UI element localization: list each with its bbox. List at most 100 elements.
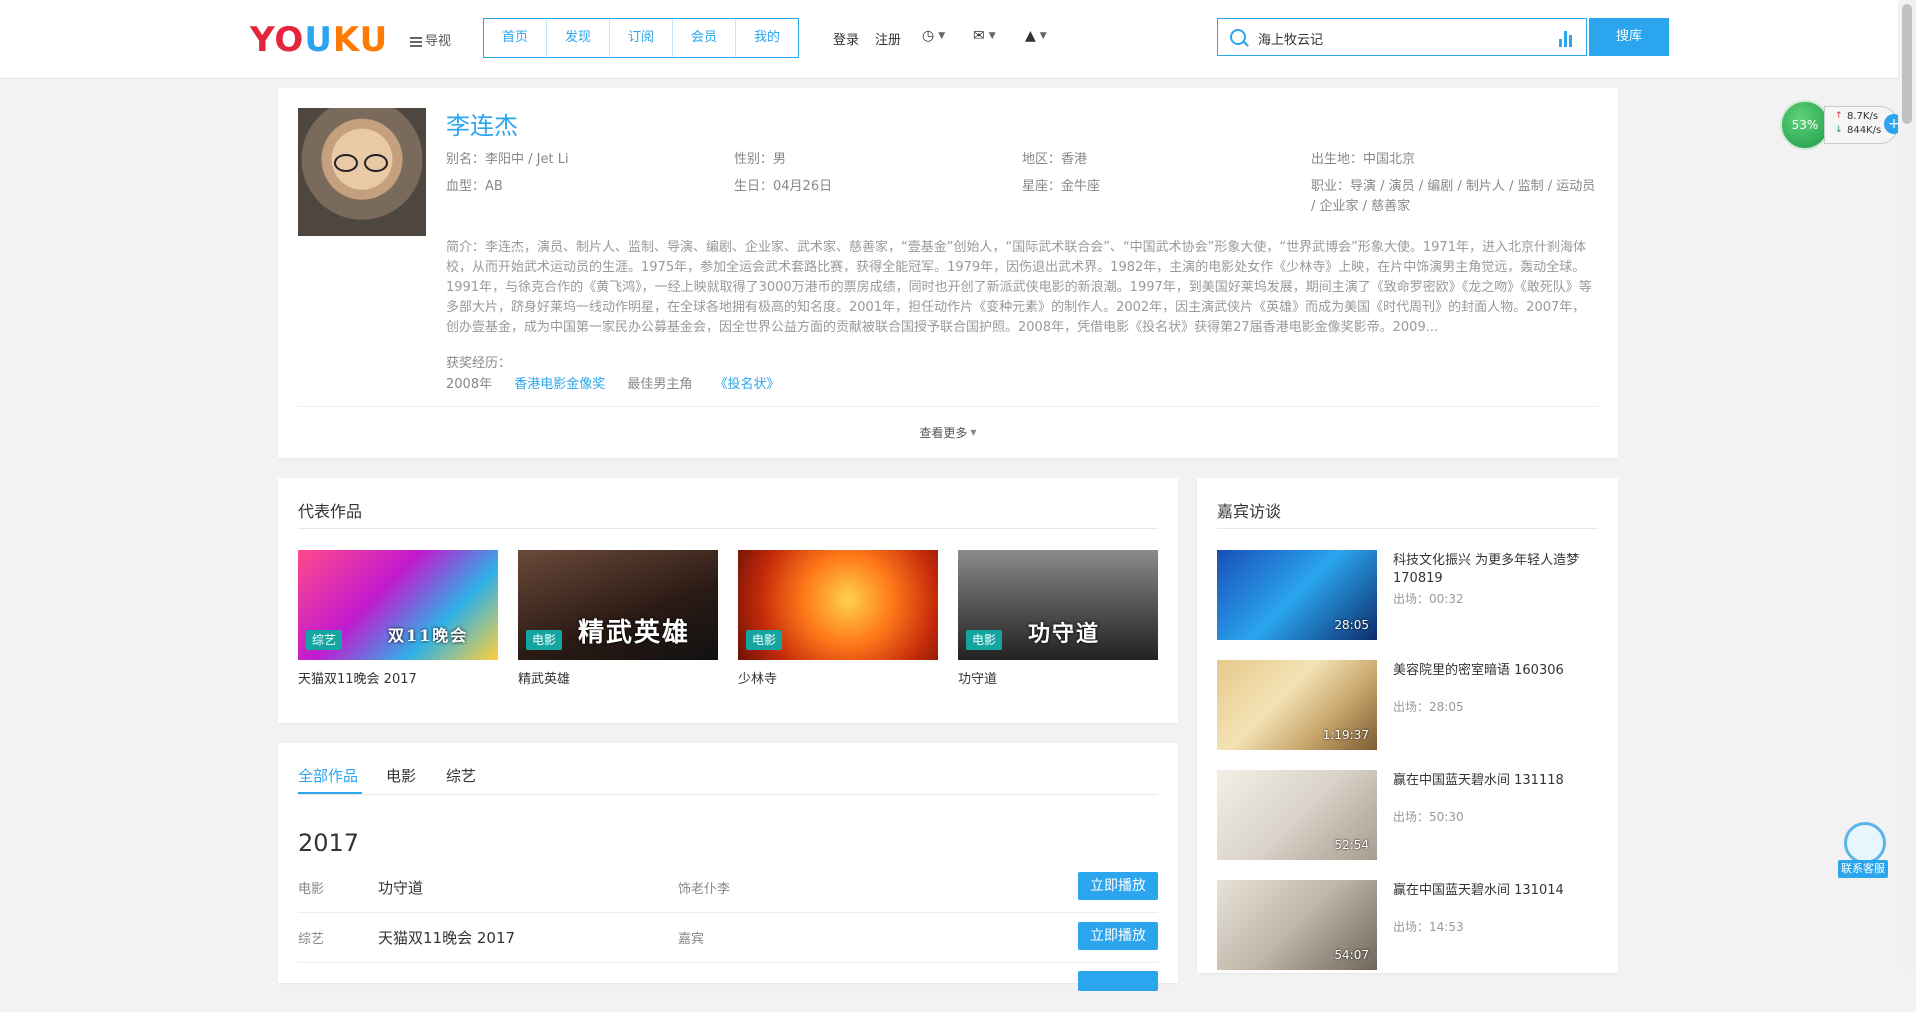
work-role: 饰老仆李 <box>678 882 731 897</box>
work-card[interactable]: 精武英雄 电影 精武英雄 <box>518 550 718 687</box>
work-card[interactable]: 功守道 电影 功守道 <box>958 550 1158 687</box>
play-now-button[interactable]: 立即播放 <box>1078 872 1158 900</box>
logo-text-3: KU <box>332 20 389 60</box>
work-thumbnail[interactable]: 精武英雄 电影 <box>518 550 718 660</box>
play-now-button[interactable] <box>1078 971 1158 991</box>
appearance-time: 出场：14:53 <box>1393 920 1464 934</box>
nav-mine[interactable]: 我的 <box>736 19 798 57</box>
arrow-down-icon: ↓ <box>1835 125 1843 135</box>
customer-service-button[interactable]: 联系客服 <box>1838 822 1888 878</box>
work-row: 综艺 天猫双11晚会 2017 嘉宾 立即播放 <box>298 913 1158 963</box>
award-name-link[interactable]: 香港电影金像奖 <box>514 377 605 392</box>
work-title[interactable]: 天猫双11晚会 2017 <box>298 668 498 687</box>
search-icon <box>1230 29 1246 45</box>
network-speed-widget[interactable]: 53% ↑ 8.7K/s ↓ 844K/s + <box>1780 100 1904 150</box>
upload-icon: ▲ <box>1025 28 1036 44</box>
work-thumbnail[interactable]: 电影 <box>738 550 938 660</box>
search-input[interactable] <box>1256 27 1550 49</box>
divider <box>1217 528 1598 529</box>
interview-title[interactable]: 赢在中国蓝天碧水间 131118 <box>1393 772 1603 790</box>
youku-logo[interactable]: YOUKU <box>250 22 388 58</box>
work-row <box>298 963 1158 1012</box>
work-thumbnail[interactable]: 功守道 电影 <box>958 550 1158 660</box>
interview-item[interactable]: 52:54 赢在中国蓝天碧水间 131118 出场：50:30 <box>1217 770 1607 862</box>
work-title[interactable]: 精武英雄 <box>518 668 718 687</box>
appearance-time: 出场：50:30 <box>1393 810 1464 824</box>
category-tag: 综艺 <box>306 630 343 650</box>
interview-item[interactable]: 54:07 赢在中国蓝天碧水间 131014 出场：14:53 <box>1217 880 1607 972</box>
year-heading: 2017 <box>298 829 360 857</box>
work-thumbnail[interactable]: 双11晚会 综艺 <box>298 550 498 660</box>
tab-movies[interactable]: 电影 <box>386 765 416 786</box>
nav-vip[interactable]: 会员 <box>673 19 736 57</box>
section-title: 代表作品 <box>298 502 363 521</box>
work-row: 电影 功守道 饰老仆李 立即播放 <box>298 863 1158 913</box>
mail-icon: ✉ <box>973 28 985 44</box>
divider <box>298 528 1158 529</box>
award-row: 2008年 香港电影金像奖 最佳男主角 《投名状》 <box>446 373 798 392</box>
interview-title[interactable]: 美容院里的密室暗语 160306 <box>1393 662 1603 680</box>
guest-interviews: 嘉宾访谈 28:05 科技文化振兴 为更多年轻人造梦 170819 出场：00:… <box>1197 478 1618 973</box>
nav-discover[interactable]: 发现 <box>547 19 610 57</box>
work-card[interactable]: 双11晚会 综艺 天猫双11晚会 2017 <box>298 550 498 687</box>
scrollbar-thumb[interactable] <box>1902 4 1912 124</box>
work-type: 综艺 <box>298 932 325 947</box>
duration: 54:07 <box>1334 948 1369 962</box>
nav-home[interactable]: 首页 <box>484 19 547 57</box>
upload-dropdown[interactable]: ▲ ▼ <box>1025 28 1047 46</box>
login-link[interactable]: 登录 <box>833 33 859 48</box>
occupation: 职业：导演 / 演员 / 编剧 / 制片人 / 监制 / 运动员 / 企业家 /… <box>1311 179 1596 214</box>
award-work-link[interactable]: 《投名状》 <box>715 377 780 392</box>
search-button[interactable]: 搜库 <box>1589 18 1669 56</box>
interview-thumbnail[interactable]: 52:54 <box>1217 770 1377 860</box>
profile-card: 李连杰 别名：李阳中 / Jet Li 性别：男 地区：香港 出生地：中国北京 … <box>278 88 1618 458</box>
tab-all-works[interactable]: 全部作品 <box>298 765 358 786</box>
tab-variety[interactable]: 综艺 <box>446 765 476 786</box>
main-nav: 首页 发现 订阅 会员 我的 <box>483 18 799 58</box>
duration: 52:54 <box>1334 838 1369 852</box>
work-card[interactable]: 电影 少林寺 <box>738 550 938 687</box>
appearance-time: 出场：00:32 <box>1393 592 1464 606</box>
usage-percent: 53% <box>1780 100 1830 150</box>
work-name[interactable]: 功守道 <box>378 877 423 898</box>
work-title[interactable]: 功守道 <box>958 668 1158 687</box>
mail-dropdown[interactable]: ✉ ▼ <box>973 28 996 46</box>
thumb-text: 功守道 <box>1028 621 1101 647</box>
guide-menu[interactable]: 导视 <box>410 30 451 49</box>
register-link[interactable]: 注册 <box>875 33 901 48</box>
divider <box>298 794 1158 795</box>
upload-speed: 8.7K/s <box>1847 111 1879 122</box>
menu-icon <box>410 35 422 49</box>
interview-thumbnail[interactable]: 28:05 <box>1217 550 1377 640</box>
view-more-label: 查看更多 <box>919 426 968 440</box>
interview-title[interactable]: 赢在中国蓝天碧水间 131014 <box>1393 882 1603 900</box>
view-more-button[interactable]: 查看更多 ▼ <box>278 424 1618 441</box>
guide-label: 导视 <box>425 34 452 49</box>
history-dropdown[interactable]: ◷ ▼ <box>922 28 945 46</box>
interview-thumbnail[interactable]: 54:07 <box>1217 880 1377 970</box>
divider <box>298 406 1598 407</box>
work-role: 嘉宾 <box>678 932 705 947</box>
person-name: 李连杰 <box>446 112 518 140</box>
chevron-down-icon: ▼ <box>938 31 946 41</box>
award-title: 获奖经历： <box>446 356 512 371</box>
interview-thumbnail[interactable]: 1:19:37 <box>1217 660 1377 750</box>
history-icon: ◷ <box>922 28 935 44</box>
work-title[interactable]: 少林寺 <box>738 668 938 687</box>
category-tag: 电影 <box>746 630 783 650</box>
work-name[interactable]: 天猫双11晚会 2017 <box>378 927 515 948</box>
play-now-button[interactable]: 立即播放 <box>1078 922 1158 950</box>
birthday: 生日：04月26日 <box>734 179 833 194</box>
chevron-down-icon: ▼ <box>1039 31 1047 41</box>
top-header: YOUKU 导视 首页 发现 订阅 会员 我的 登录注册 ◷▼ ✉▼ ▲▼ 搜库 <box>0 0 1916 79</box>
interview-item[interactable]: 1:19:37 美容院里的密室暗语 160306 出场：28:05 <box>1217 660 1607 752</box>
page-scrollbar[interactable] <box>1898 0 1916 971</box>
constellation: 星座：金牛座 <box>1022 179 1101 194</box>
person-info: 别名：李阳中 / Jet Li 性别：男 地区：香港 出生地：中国北京 血型：A… <box>446 150 1596 214</box>
interview-item[interactable]: 28:05 科技文化振兴 为更多年轻人造梦 170819 出场：00:32 <box>1217 550 1607 642</box>
representative-works: 代表作品 双11晚会 综艺 天猫双11晚会 2017 精武英雄 电影 精武英雄 … <box>278 478 1178 723</box>
nav-subscribe[interactable]: 订阅 <box>610 19 673 57</box>
chat-bubble-icon <box>1844 822 1886 864</box>
interview-title[interactable]: 科技文化振兴 为更多年轻人造梦 170819 <box>1393 552 1603 588</box>
hot-chart-icon[interactable] <box>1559 29 1572 47</box>
